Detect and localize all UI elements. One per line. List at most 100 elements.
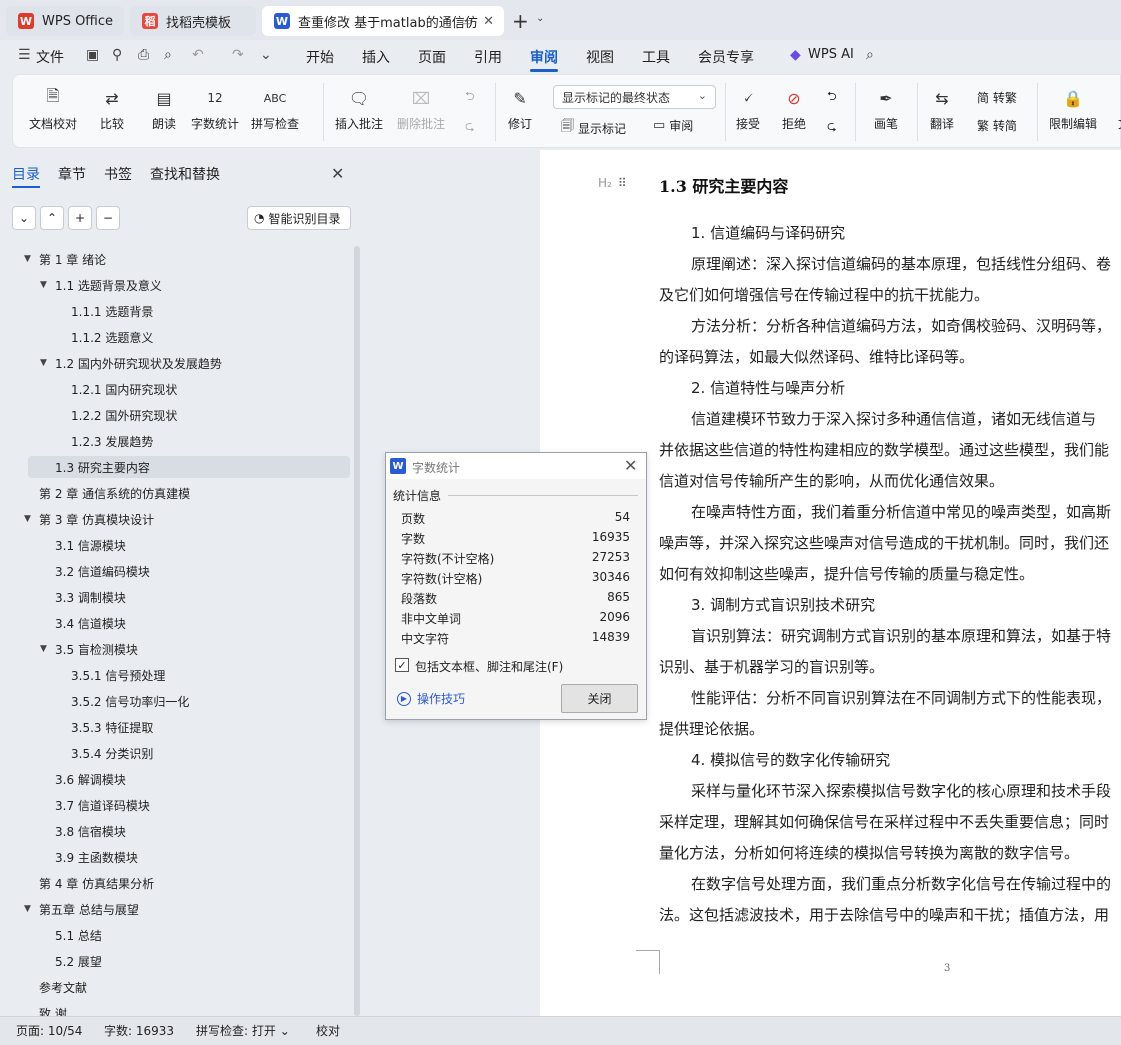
status-spell-check[interactable]: 拼写检查: 打开 ⌄: [196, 1022, 290, 1039]
toc-item[interactable]: 第 2 章 通信系统的仿真建模: [24, 482, 190, 504]
status-page[interactable]: 页面: 10/54: [16, 1022, 82, 1039]
menu-wps-ai[interactable]: WPS AI: [808, 47, 854, 62]
restrict-edit-button[interactable]: 🔒 限制编辑: [1049, 85, 1097, 132]
more-chevron-icon[interactable]: ⌄: [260, 47, 272, 63]
menu-start[interactable]: 开始: [306, 47, 334, 67]
drag-handle-icon[interactable]: ⠿: [618, 176, 627, 190]
compare-button[interactable]: ⇄ 比较: [99, 85, 125, 132]
toc-item[interactable]: 3.6 解调模块: [40, 768, 126, 790]
toc-item[interactable]: 3.8 信宿模块: [40, 820, 126, 842]
toc-item[interactable]: 1.2.1 国内研究现状: [56, 378, 177, 400]
menu-file[interactable]: 文件: [36, 47, 64, 67]
tab-current-document[interactable]: W 查重修改 基于matlab的通信仿 ▭ ✕: [262, 6, 504, 36]
dialog-titlebar[interactable]: W 字数统计 ✕: [386, 453, 646, 479]
expand-button[interactable]: ⌃: [40, 206, 64, 230]
toc-item[interactable]: 3.4 信道模块: [40, 612, 126, 634]
close-tab-icon[interactable]: ✕: [483, 14, 494, 29]
status-proof[interactable]: 校对: [316, 1022, 340, 1039]
toc-item[interactable]: ▼ 1.2 国内外研究现状及发展趋势: [40, 352, 222, 374]
toc-item[interactable]: 参考文献: [24, 976, 87, 998]
print-preview-icon[interactable]: ⌕: [164, 47, 172, 63]
markup-display-select[interactable]: 显示标记的最终状态 ⌄: [553, 85, 716, 109]
toc-item[interactable]: 3.5.4 分类识别: [56, 742, 153, 764]
delete-comment-button[interactable]: ⌧ 删除批注: [397, 85, 445, 132]
expand-arrow-icon[interactable]: ▼: [24, 254, 32, 264]
new-tab-icon[interactable]: +: [512, 9, 529, 33]
toc-item[interactable]: 5.2 展望: [40, 950, 102, 972]
prev-comment-icon[interactable]: ⮌: [465, 87, 475, 108]
tips-link[interactable]: ▶ 操作技巧: [397, 690, 465, 707]
close-button[interactable]: 关闭: [561, 684, 638, 713]
toc-item[interactable]: ▼ 第五章 总结与展望: [24, 898, 139, 920]
menu-reference[interactable]: 引用: [474, 47, 502, 67]
toc-item[interactable]: 3.3 调制模块: [40, 586, 126, 608]
expand-arrow-icon[interactable]: ▼: [40, 280, 48, 290]
expand-arrow-icon[interactable]: ▼: [24, 904, 32, 914]
toc-item[interactable]: 3.7 信道译码模块: [40, 794, 150, 816]
save-icon[interactable]: ▣: [86, 47, 99, 63]
toc-item[interactable]: ▼ 第 3 章 仿真模块设计: [24, 508, 154, 530]
tab-wps-office[interactable]: W WPS Office: [6, 6, 124, 36]
toc-item[interactable]: 1.3 研究主要内容: [28, 456, 350, 478]
hamburger-icon[interactable]: ☰: [18, 47, 31, 63]
read-aloud-button[interactable]: ▤ 朗读: [151, 85, 177, 132]
doc-cut-button[interactable]: 文: [1111, 85, 1121, 132]
toc-item[interactable]: 3.1 信源模块: [40, 534, 126, 556]
nav-tab-find-replace[interactable]: 查找和替换: [150, 164, 220, 184]
toc-item[interactable]: 3.5.2 信号功率归一化: [56, 690, 189, 712]
status-word-count[interactable]: 字数: 16933: [104, 1022, 174, 1039]
doc-proof-button[interactable]: 🗎 文档校对: [29, 85, 77, 132]
menu-page[interactable]: 页面: [418, 47, 446, 67]
next-change-icon[interactable]: ⮎: [827, 117, 837, 138]
collapse-button[interactable]: ⌄: [12, 206, 36, 230]
toc-item[interactable]: 1.2.3 发展趋势: [56, 430, 153, 452]
toc-item[interactable]: 3.5.1 信号预处理: [56, 664, 165, 686]
menu-member[interactable]: 会员专享: [698, 47, 754, 67]
link-icon[interactable]: ⚲: [112, 47, 122, 63]
undo-icon[interactable]: ↶: [192, 47, 204, 63]
prev-change-icon[interactable]: ⮌: [827, 87, 837, 108]
word-count-button[interactable]: 12 字数统计: [191, 85, 239, 132]
menu-view[interactable]: 视图: [586, 47, 614, 67]
menu-review[interactable]: 审阅: [530, 47, 558, 67]
nav-tab-sections[interactable]: 章节: [58, 164, 86, 184]
heading-level-tag[interactable]: H₂ ⠿: [598, 176, 627, 190]
search-icon[interactable]: ⌕: [866, 47, 874, 63]
tab-docer-templates[interactable]: 稻 找稻壳模板: [130, 6, 256, 36]
nav-tab-toc[interactable]: 目录: [12, 164, 40, 184]
ink-button[interactable]: ✒ 画笔: [873, 85, 899, 132]
toc-item[interactable]: ▼ 第 1 章 绪论: [24, 248, 106, 270]
next-comment-icon[interactable]: ⮎: [465, 117, 475, 138]
toc-item[interactable]: 1.1.1 选题背景: [56, 300, 153, 322]
expand-arrow-icon[interactable]: ▼: [40, 644, 48, 654]
show-marks-button[interactable]: 🗐 显示标记: [561, 117, 626, 139]
reject-button[interactable]: ⊘ 拒绝: [781, 85, 807, 132]
print-icon[interactable]: ⎙: [138, 47, 149, 63]
revise-button[interactable]: ✎ 修订: [507, 85, 533, 132]
toc-item[interactable]: 1.1.2 选题意义: [56, 326, 153, 348]
nav-tab-bookmarks[interactable]: 书签: [104, 164, 132, 184]
toc-item[interactable]: 3.5.3 特征提取: [56, 716, 153, 738]
menu-insert[interactable]: 插入: [362, 47, 390, 67]
spell-check-button[interactable]: ABC 拼写检查: [251, 85, 299, 132]
insert-comment-button[interactable]: 🗨 插入批注: [335, 85, 383, 132]
close-icon[interactable]: ✕: [624, 456, 637, 475]
toc-item[interactable]: 3.9 主函数模块: [40, 846, 138, 868]
chevron-down-icon[interactable]: ⌄: [536, 13, 544, 24]
toc-item[interactable]: ▼ 1.1 选题背景及意义: [40, 274, 162, 296]
accept-button[interactable]: 🗸 接受: [735, 85, 761, 132]
smart-toc-button[interactable]: ◔ 智能识别目录: [247, 206, 351, 230]
expand-arrow-icon[interactable]: ▼: [24, 514, 32, 524]
remove-heading-button[interactable]: −: [96, 206, 120, 230]
include-textbox-label[interactable]: 包括文本框、脚注和尾注(F): [415, 658, 563, 675]
review-pane-button[interactable]: ▭ 审阅: [653, 117, 693, 134]
expand-arrow-icon[interactable]: ▼: [40, 358, 48, 368]
to-traditional-button[interactable]: 简 转繁: [977, 89, 1017, 106]
add-heading-button[interactable]: +: [68, 206, 92, 230]
close-pane-icon[interactable]: ✕: [331, 164, 344, 183]
to-simplified-button[interactable]: 繁 转简: [977, 117, 1017, 134]
include-textbox-checkbox[interactable]: ✓: [395, 658, 409, 672]
menu-tools[interactable]: 工具: [642, 47, 670, 67]
toc-item[interactable]: 第 4 章 仿真结果分析: [24, 872, 154, 894]
toc-item[interactable]: ▼ 3.5 盲检测模块: [40, 638, 138, 660]
